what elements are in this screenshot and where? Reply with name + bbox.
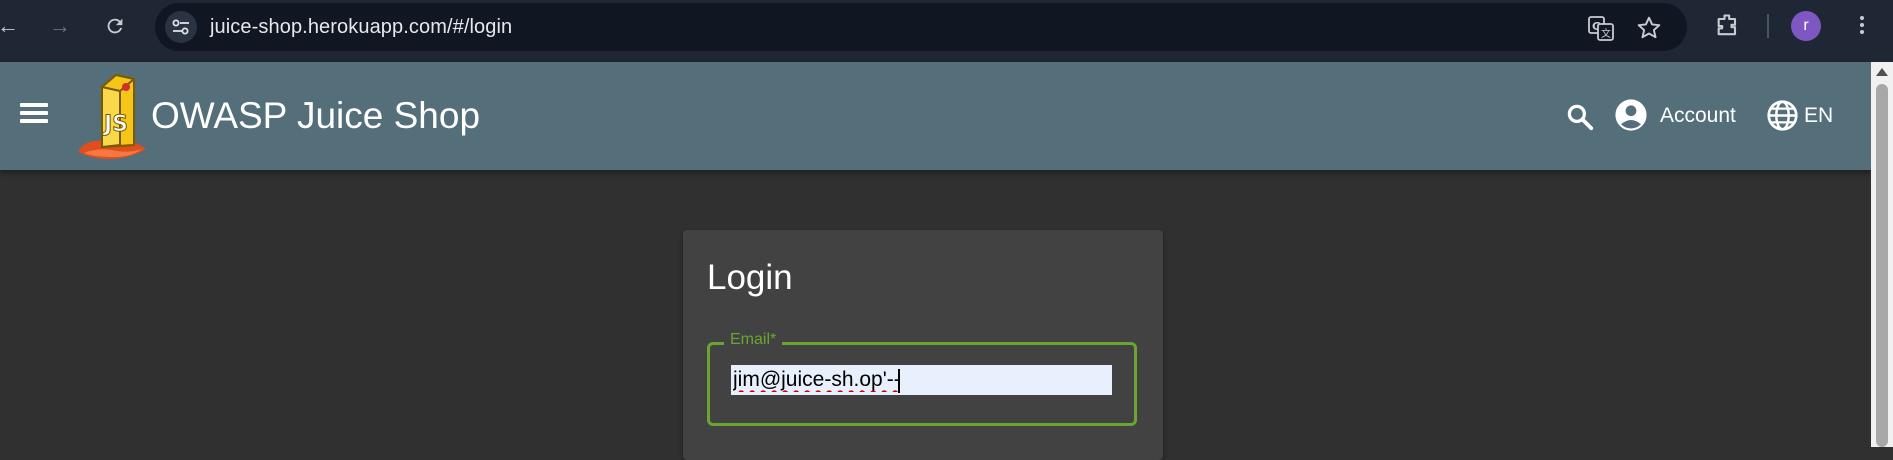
search-icon[interactable]: [1565, 102, 1595, 132]
url-text[interactable]: juice-shop.herokuapp.com/#/login: [210, 16, 512, 39]
svg-text:文: 文: [1601, 27, 1611, 40]
forward-icon[interactable]: →: [46, 12, 74, 40]
svg-text:JS: JS: [102, 112, 128, 137]
scrollbar-thumb[interactable]: [1876, 84, 1888, 447]
hamburger-menu-icon[interactable]: [18, 100, 50, 130]
language-globe-icon[interactable]: [1766, 99, 1799, 132]
scroll-up-icon[interactable]: [1876, 68, 1888, 76]
app-title[interactable]: OWASP Juice Shop: [151, 95, 480, 137]
language-label[interactable]: EN: [1804, 104, 1833, 128]
juice-shop-logo[interactable]: JS: [76, 73, 150, 163]
extensions-icon[interactable]: [1714, 12, 1742, 40]
page-scrollbar[interactable]: [1871, 62, 1893, 447]
account-label[interactable]: Account: [1660, 104, 1736, 128]
app-toolbar: JS OWASP Juice Shop Account EN: [0, 62, 1871, 170]
email-label: Email*: [724, 331, 783, 349]
login-card: Login Email*: [683, 230, 1163, 460]
site-settings-icon[interactable]: [165, 11, 197, 43]
reload-icon[interactable]: [101, 12, 129, 40]
bookmark-star-icon[interactable]: [1636, 15, 1662, 41]
account-circle-icon[interactable]: [1614, 98, 1648, 132]
text-caret: [898, 369, 900, 393]
browser-menu-icon[interactable]: [1852, 13, 1872, 39]
email-input[interactable]: [731, 365, 1112, 395]
login-title: Login: [707, 258, 793, 297]
back-icon[interactable]: ←: [0, 12, 22, 40]
email-field[interactable]: Email*: [707, 331, 1137, 426]
translate-icon[interactable]: G文: [1588, 15, 1614, 41]
toolbar-divider: [1767, 14, 1769, 38]
address-bar[interactable]: juice-shop.herokuapp.com/#/login G文: [155, 3, 1687, 51]
profile-avatar[interactable]: r: [1791, 11, 1821, 41]
browser-toolbar: ← → juice-shop.herokuapp.com/#/login G文 …: [0, 0, 1893, 62]
